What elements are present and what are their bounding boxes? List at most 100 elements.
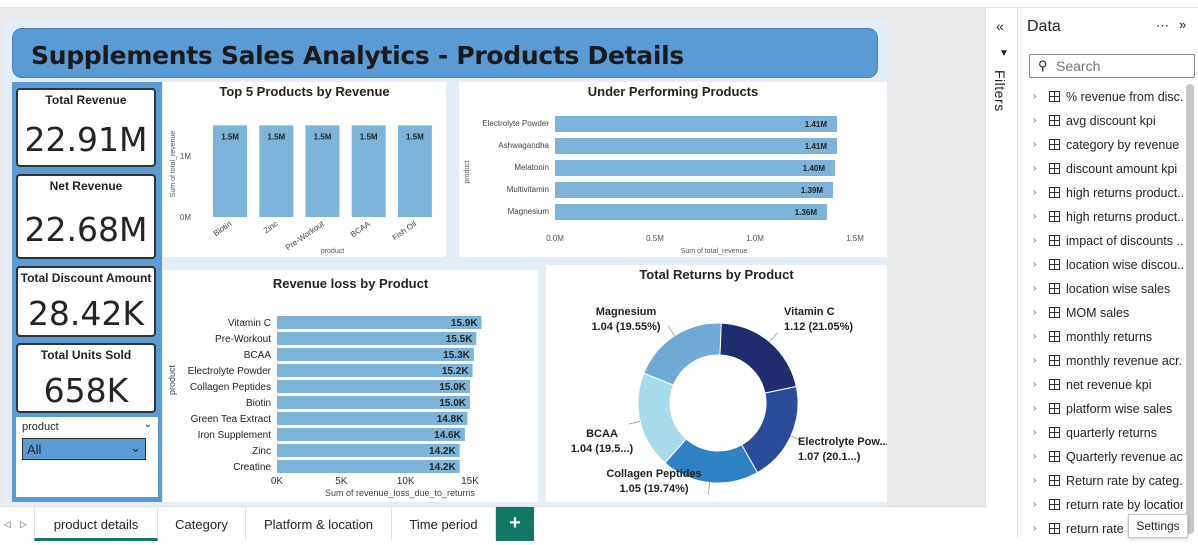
chevron-down-icon[interactable]: ⌄ [144, 419, 152, 430]
field-name: impact of discounts ... [1066, 234, 1183, 248]
kpi-card-total-revenue[interactable]: Total Revenue 22.91M [16, 88, 156, 167]
kpi-column: Total Revenue 22.91M Net Revenue 22.68M … [12, 82, 162, 502]
field-list-item[interactable]: › net revenue kpi [1033, 376, 1183, 398]
field-list-item[interactable]: › Return rate by categ... [1033, 472, 1183, 494]
field-list-item[interactable]: › discount amount kpi [1033, 160, 1183, 182]
chart-revenue-loss[interactable]: Revenue loss by Product product Vitamin C… [163, 270, 538, 502]
chart-underperforming[interactable]: Under Performing Products product Electro… [459, 82, 887, 257]
table-icon [1049, 163, 1060, 174]
kpi-label: Net Revenue [49, 179, 123, 193]
data-label: 1.40M [803, 164, 826, 173]
chevron-right-icon[interactable]: › [1033, 379, 1036, 390]
x-tick-label: 0K [271, 476, 284, 487]
field-list-item[interactable]: › impact of discounts ... [1033, 232, 1183, 254]
data-pane-scrollbar[interactable] [1186, 84, 1194, 534]
chevron-right-icon[interactable]: › [1033, 331, 1036, 342]
field-list-item[interactable]: › high returns product... [1033, 208, 1183, 230]
field-list-item[interactable]: › avg discount kpi [1033, 112, 1183, 134]
bar [555, 116, 837, 132]
y-axis-title: product [167, 364, 177, 395]
field-list-item[interactable]: › category by revenue [1033, 136, 1183, 158]
chevron-right-icon[interactable]: › [1033, 211, 1036, 222]
table-icon [1049, 331, 1060, 342]
add-page-button[interactable]: + [496, 507, 534, 541]
field-name: return rate by location [1066, 498, 1183, 512]
data-label: 1.41M [805, 120, 828, 129]
filters-pane[interactable]: « ▼ Filters [986, 8, 1018, 538]
table-icon [1049, 379, 1060, 390]
field-name: quarterly returns [1066, 426, 1158, 440]
field-list-item[interactable]: › quarterly returns [1033, 424, 1183, 446]
data-label: 15.3K [443, 350, 470, 361]
data-label: 14.2K [429, 462, 456, 473]
chevron-right-icon[interactable]: › [1033, 163, 1036, 174]
chevron-right-icon[interactable]: › [1033, 355, 1036, 366]
kpi-card-total-discount[interactable]: Total Discount Amount 28.42K [16, 266, 156, 337]
chevron-right-icon[interactable]: › [1033, 283, 1036, 294]
y-tick-label: Zinc [252, 446, 271, 457]
x-axis-title: Sum of total_revenue [681, 248, 748, 255]
y-tick-label: Creatine [233, 462, 271, 473]
settings-tooltip: Settings [1128, 514, 1188, 538]
chevron-right-icon[interactable]: › [1033, 187, 1036, 198]
slice-value-label: 1.04 (19.55%) [591, 321, 660, 333]
chevron-right-icon[interactable]: › [1033, 475, 1036, 486]
search-icon: ⚲ [1038, 58, 1048, 73]
report-canvas: Supplements Sales Analytics - Products D… [0, 8, 985, 512]
y-tick-label: Electrolyte Powder [482, 119, 549, 128]
table-icon [1049, 499, 1060, 510]
chevron-right-icon[interactable]: › [1033, 451, 1036, 462]
kpi-value: 658K [43, 371, 129, 410]
bar [555, 138, 837, 154]
chevron-right-icon[interactable]: › [1033, 139, 1036, 150]
field-list-item[interactable]: › platform wise sales [1033, 400, 1183, 422]
chart-top5-products[interactable]: Top 5 Products by Revenue Sum of total_r… [163, 82, 446, 257]
field-list-item[interactable]: › Quarterly revenue ac... [1033, 448, 1183, 470]
tab-time-period[interactable]: Time period [392, 507, 496, 541]
table-icon [1049, 355, 1060, 366]
field-name: MOM sales [1066, 306, 1130, 320]
filters-label[interactable]: Filters [992, 70, 1008, 112]
table-icon [1049, 139, 1060, 150]
y-tick-label: 1M [180, 152, 191, 161]
y-tick-label: Biotin [246, 398, 271, 409]
field-list-item[interactable]: › monthly revenue acr... [1033, 352, 1183, 374]
field-list-item[interactable]: › location wise discou... [1033, 256, 1183, 278]
field-list-item[interactable]: › location wise sales [1033, 280, 1183, 302]
ellipsis-icon[interactable]: ⋯ [1156, 18, 1169, 34]
field-list-item[interactable]: › monthly returns [1033, 328, 1183, 350]
chevron-right-icon[interactable]: › [1033, 115, 1036, 126]
chevron-right-icon[interactable]: › [1033, 523, 1036, 534]
field-list-item[interactable]: › % revenue from disc... [1033, 88, 1183, 110]
chart-total-returns[interactable]: Total Returns by Product Vitamin C 1.12 (… [546, 265, 887, 502]
chevron-right-icon[interactable]: › [1033, 427, 1036, 438]
double-chevron-left-icon[interactable]: « [996, 18, 1004, 34]
chevron-right-icon[interactable]: › [1033, 499, 1036, 510]
kpi-card-total-units[interactable]: Total Units Sold 658K [16, 343, 156, 413]
field-list-item[interactable]: › MOM sales [1033, 304, 1183, 326]
data-label: 14.8K [437, 414, 464, 425]
tab-next-icon[interactable]: ▷ [20, 519, 27, 530]
kpi-card-net-revenue[interactable]: Net Revenue 22.68M [16, 174, 156, 259]
chevron-right-icon[interactable]: › [1033, 307, 1036, 318]
slicer-dropdown[interactable]: All ⌄ [22, 438, 146, 460]
top-strip [0, 0, 1198, 8]
chevron-right-icon[interactable]: › [1033, 403, 1036, 414]
field-list-item[interactable]: › high returns product... [1033, 184, 1183, 206]
tab-prev-icon[interactable]: ◁ [4, 519, 11, 530]
chevron-right-icon[interactable]: › [1033, 235, 1036, 246]
y-tick-label: 0M [180, 213, 191, 222]
tab-platform-location[interactable]: Platform & location [246, 507, 392, 541]
y-tick-label: Collagen Peptides [190, 382, 271, 393]
search-input[interactable] [1056, 57, 1186, 75]
table-icon [1049, 403, 1060, 414]
double-chevron-right-icon[interactable]: » [1179, 17, 1186, 32]
field-name: category by revenue [1066, 138, 1180, 152]
search-box[interactable]: ⚲ [1029, 54, 1195, 78]
tab-product-details[interactable]: product details [34, 507, 158, 541]
chevron-right-icon[interactable]: › [1033, 91, 1036, 102]
field-name: Quarterly revenue ac... [1066, 450, 1183, 464]
tab-category[interactable]: Category [158, 507, 246, 541]
field-name: avg discount kpi [1066, 114, 1156, 128]
chevron-right-icon[interactable]: › [1033, 259, 1036, 270]
